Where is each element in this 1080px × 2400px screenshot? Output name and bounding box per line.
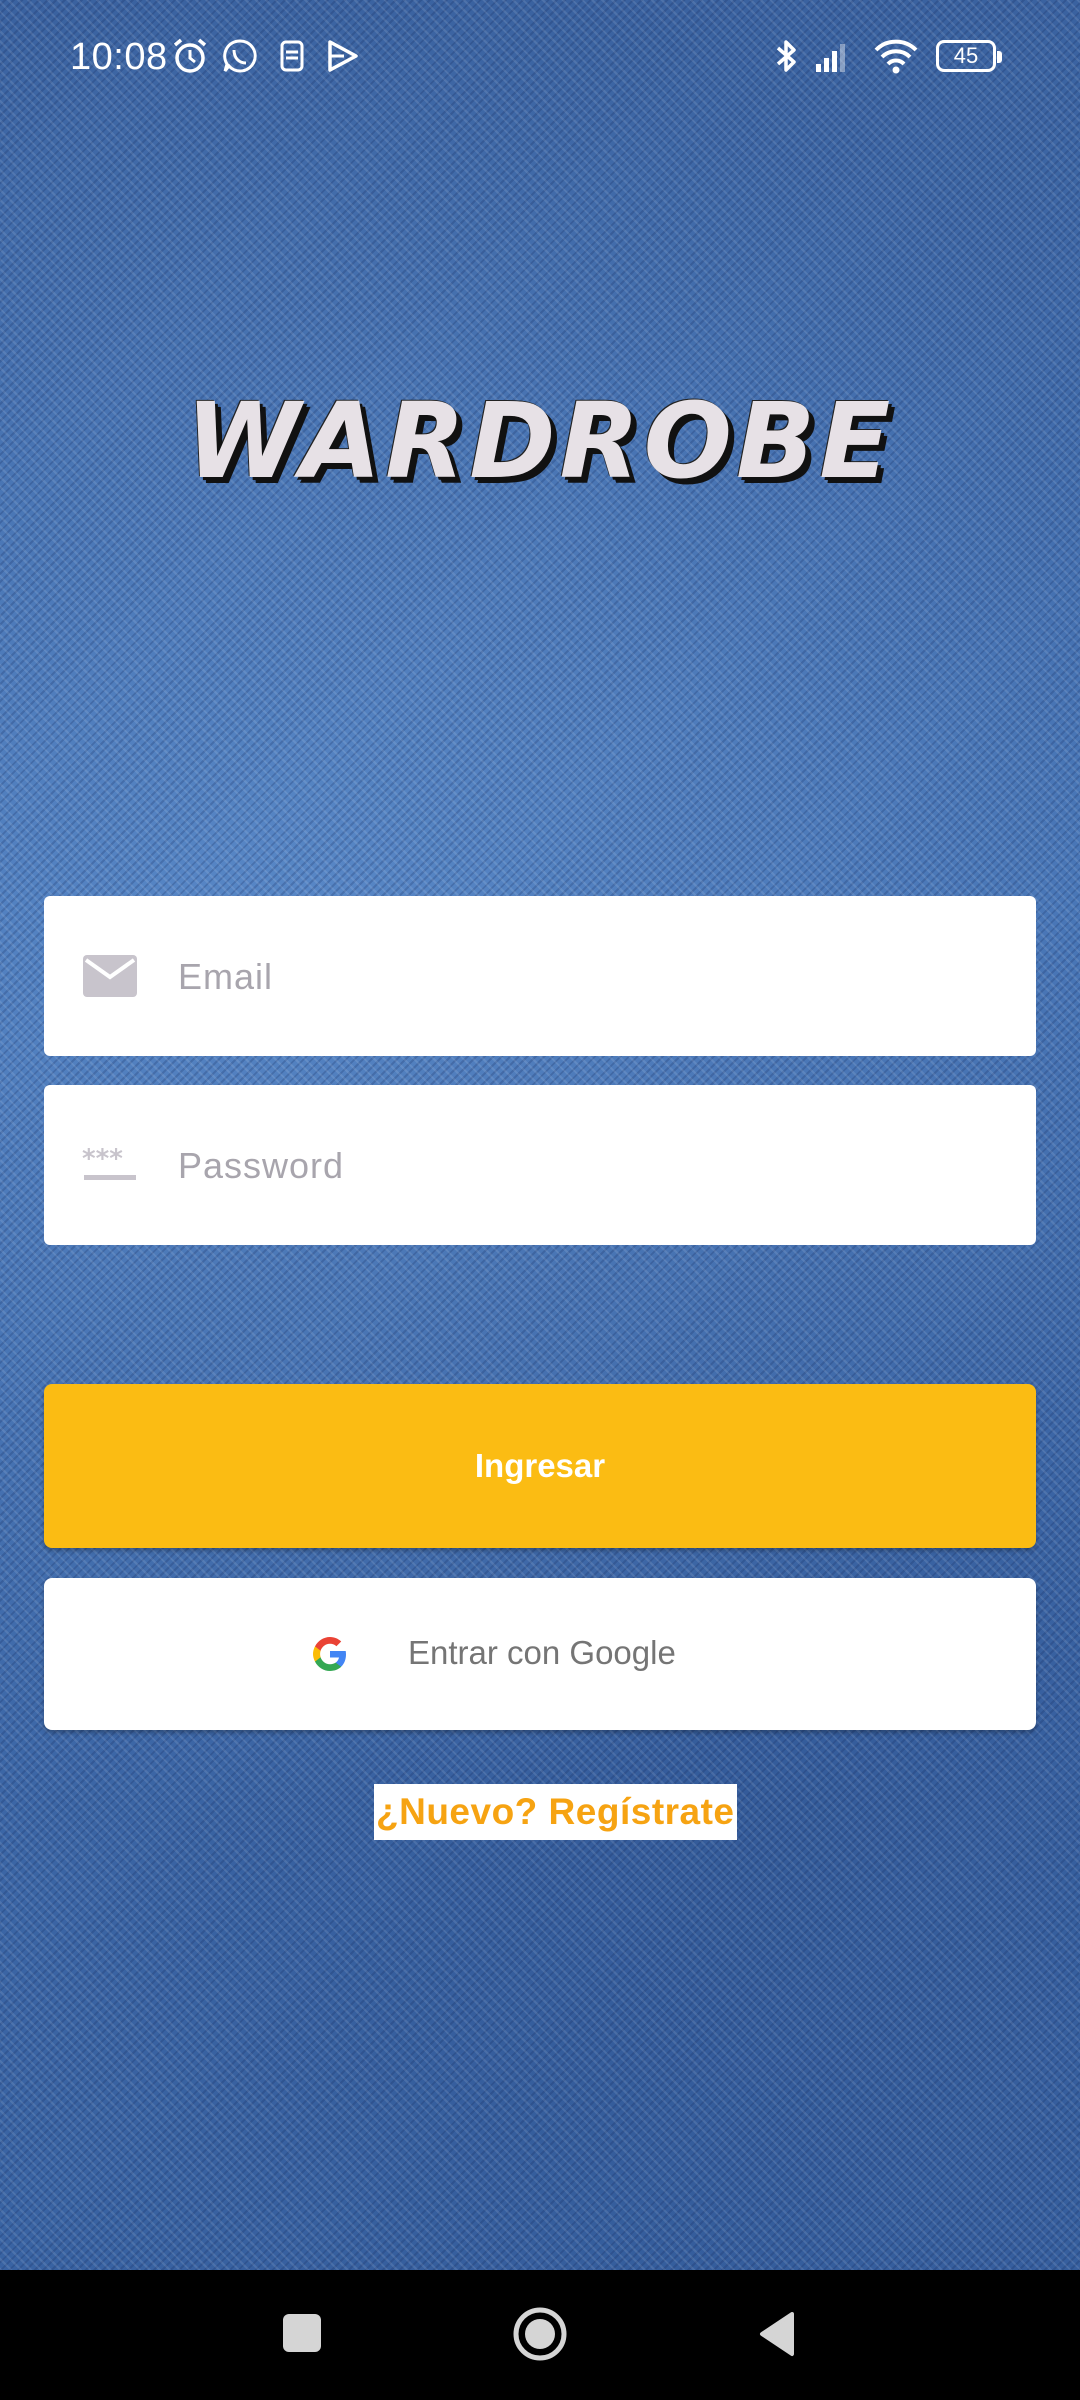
whatsapp-icon (223, 39, 257, 73)
battery-icon: 45 (936, 40, 1002, 72)
email-icon (83, 955, 137, 997)
bluetooth-icon (776, 40, 796, 72)
navigation-bar (0, 2270, 1080, 2400)
status-time: 10:08 (70, 36, 168, 78)
back-button[interactable] (756, 2310, 796, 2358)
google-signin-label: Entrar con Google (408, 1634, 676, 1671)
signal-icon (816, 44, 845, 72)
status-bar: 10:08 45 (0, 0, 1080, 112)
email-input[interactable] (176, 896, 1000, 1058)
register-link[interactable]: ¿Nuevo? Regístrate (374, 1784, 737, 1840)
play-icon (328, 40, 358, 72)
password-field[interactable]: *** (44, 1085, 1036, 1247)
email-field[interactable] (44, 896, 1036, 1058)
sim-icon (280, 40, 304, 72)
password-input[interactable] (176, 1085, 1000, 1247)
app-title: WARDROBE (185, 380, 895, 502)
login-button[interactable]: Ingresar (44, 1384, 1036, 1548)
svg-text:***: *** (82, 1144, 123, 1174)
recents-button[interactable] (283, 2314, 321, 2352)
wifi-icon (874, 39, 918, 74)
google-icon (313, 1637, 346, 1671)
home-button[interactable] (512, 2306, 568, 2362)
google-signin-button[interactable]: Entrar con Google (44, 1578, 1036, 1730)
alarm-icon (173, 38, 207, 73)
password-icon: *** (82, 1144, 136, 1180)
